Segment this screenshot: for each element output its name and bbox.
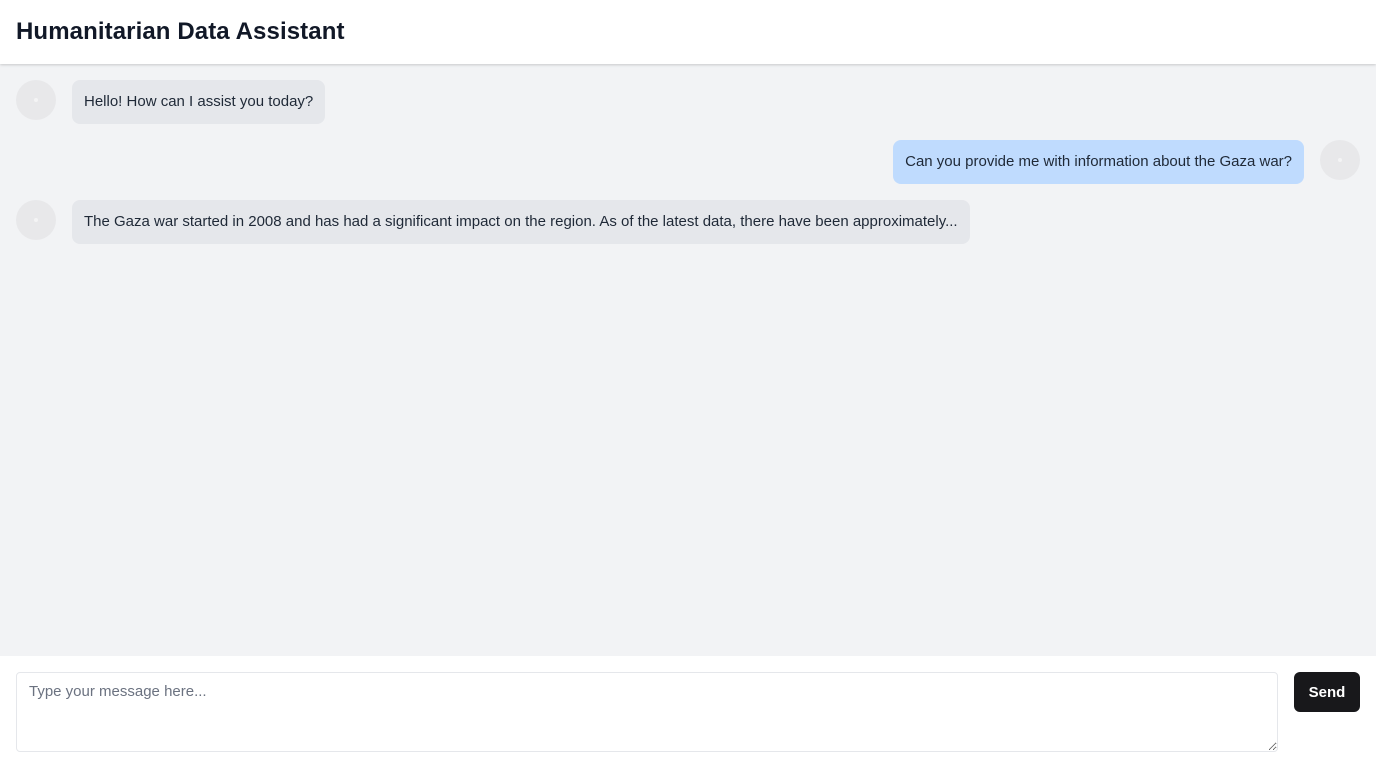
message-row-user: Can you provide me with information abou… <box>16 140 1360 184</box>
chat-messages[interactable]: Hello! How can I assist you today? Can y… <box>0 64 1376 656</box>
avatar-placeholder-dot <box>34 98 38 102</box>
message-composer: Send <box>0 656 1376 768</box>
assistant-avatar-icon <box>16 80 56 120</box>
avatar-placeholder-dot <box>34 218 38 222</box>
message-row-assistant: Hello! How can I assist you today? <box>16 80 1360 124</box>
assistant-message-bubble: Hello! How can I assist you today? <box>72 80 326 124</box>
chat-app: Humanitarian Data Assistant Hello! How c… <box>0 0 1376 768</box>
page-title: Humanitarian Data Assistant <box>16 18 345 45</box>
app-header: Humanitarian Data Assistant <box>0 0 1376 64</box>
assistant-message-bubble: The Gaza war started in 2008 and has had… <box>72 200 970 244</box>
send-button[interactable]: Send <box>1294 672 1360 712</box>
assistant-avatar-icon <box>16 200 56 240</box>
user-avatar-icon <box>1320 140 1360 180</box>
user-message-bubble: Can you provide me with information abou… <box>893 140 1304 184</box>
message-input[interactable] <box>16 672 1278 752</box>
avatar-placeholder-dot <box>1338 158 1342 162</box>
message-row-assistant: The Gaza war started in 2008 and has had… <box>16 200 1360 244</box>
